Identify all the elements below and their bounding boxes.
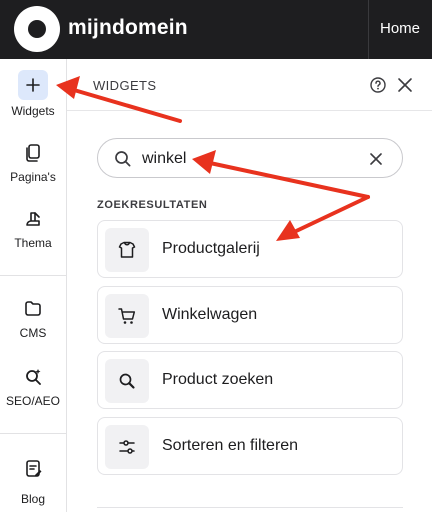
- search-icon: [115, 151, 131, 167]
- left-rail: Widgets Pagina's Thema CMS SEO/AEO Blog: [0, 59, 67, 512]
- result-item-product-gallery[interactable]: Productgalerij: [97, 220, 403, 278]
- rail-label-widgets: Widgets: [11, 104, 55, 118]
- blog-icon: [26, 460, 42, 477]
- search-results-heading: ZOEKRESULTATEN: [97, 199, 208, 211]
- folder-icon: [25, 301, 41, 316]
- result-label: Product zoeken: [162, 371, 274, 388]
- product-search-icon: [119, 373, 135, 389]
- result-icon-box: [105, 228, 149, 272]
- result-label: Winkelwagen: [162, 306, 258, 323]
- seo-search-icon: [26, 369, 41, 385]
- rail-item-seo[interactable]: SEO/AEO: [0, 364, 66, 408]
- result-label: Sorteren en filteren: [162, 437, 299, 454]
- result-item-product-search[interactable]: Product zoeken: [97, 351, 403, 409]
- sort-filter-icon: [119, 440, 135, 454]
- close-icon[interactable]: [397, 77, 413, 93]
- result-label: Productgalerij: [162, 240, 260, 257]
- widgets-panel: WIDGETS ZOEKRESULTATEN Productgalerij: [67, 59, 432, 512]
- theme-icon: [26, 212, 40, 226]
- help-icon[interactable]: [369, 76, 387, 94]
- panel-bottom-divider: [97, 507, 403, 508]
- widget-search: [97, 138, 403, 178]
- rail-label-blog: Blog: [20, 492, 46, 506]
- cart-icon: [118, 308, 136, 324]
- rail-label-pages: Pagina's: [10, 170, 56, 184]
- rail-label-theme: Thema: [14, 236, 52, 250]
- rail-item-cms[interactable]: CMS: [0, 296, 66, 340]
- brand-name: mijndomein: [68, 16, 188, 39]
- plus-icon: [18, 70, 48, 100]
- result-icon-box: [105, 359, 149, 403]
- rail-label-cms: CMS: [19, 326, 47, 340]
- result-icon-box: [105, 294, 149, 338]
- rail-item-blog[interactable]: Blog: [0, 456, 66, 506]
- result-icon-box: [105, 425, 149, 469]
- home-link[interactable]: Home: [380, 20, 420, 37]
- rail-divider: [0, 275, 66, 276]
- result-item-sort-filter[interactable]: Sorteren en filteren: [97, 417, 403, 475]
- rail-item-pages[interactable]: Pagina's: [0, 140, 66, 184]
- panel-title: WIDGETS: [93, 78, 157, 93]
- pages-icon: [26, 144, 40, 162]
- panel-header: WIDGETS: [67, 59, 432, 111]
- search-input[interactable]: [142, 148, 352, 170]
- clear-search-icon[interactable]: [368, 151, 384, 167]
- rail-item-widgets[interactable]: Widgets: [0, 70, 66, 118]
- brand-logo[interactable]: [14, 6, 60, 52]
- topbar-divider: [368, 0, 369, 59]
- rail-item-theme[interactable]: Thema: [0, 206, 66, 250]
- product-gallery-icon: [118, 241, 136, 258]
- rail-divider-2: [0, 433, 66, 434]
- rail-label-seo: SEO/AEO: [5, 394, 61, 408]
- result-item-cart[interactable]: Winkelwagen: [97, 286, 403, 344]
- top-bar: mijndomein Home: [0, 0, 432, 59]
